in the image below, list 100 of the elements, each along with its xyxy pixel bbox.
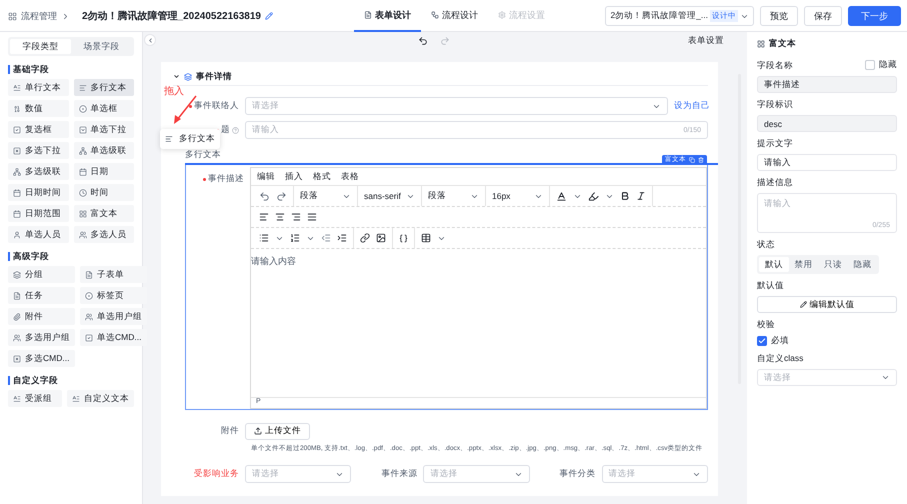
checkbox[interactable] [757,336,767,346]
field-type-icon [13,312,21,320]
step-icon [364,11,372,19]
text-color-icon[interactable] [556,190,567,202]
sidebar-tab[interactable]: 场景字段 [71,39,132,54]
toolbar-button[interactable]: 预览 [760,6,798,26]
field-type-item[interactable]: 多选CMD... [8,350,75,367]
field-type-item[interactable]: 分组 [8,266,75,283]
undo-icon[interactable] [418,36,428,46]
undo-icon[interactable] [259,190,270,202]
toolbar-button[interactable]: 下一步 [848,6,901,26]
italic-icon[interactable] [636,191,646,201]
breadcrumb-link[interactable]: 流程管理 [21,10,57,22]
collapse-button[interactable] [144,34,156,46]
align-left-icon[interactable] [259,212,269,222]
field-type-item[interactable]: 日期时间 [8,184,68,201]
status-option[interactable]: 默认 [759,257,788,272]
outdent-icon[interactable] [321,233,331,243]
delete-icon[interactable] [698,156,704,162]
format-select[interactable]: 段落 [422,186,486,206]
format-select[interactable]: 段落 [294,186,358,206]
field-type-item[interactable]: 单选人员 [8,226,68,243]
drop-label: 多行文本 [185,149,221,161]
copy-icon[interactable] [689,156,695,162]
field-type-icon [13,230,21,238]
field-type-icon [78,84,86,92]
indent-icon[interactable] [337,233,347,243]
property-label: 描述信息 [757,177,794,189]
step-tab[interactable]: 流程设计 [421,0,488,32]
field-type-icon [85,312,93,320]
field-type-item[interactable]: 任务 [8,287,75,304]
field-type-item[interactable]: 单行文本 [8,79,68,96]
field-label: 事件分类 [560,468,596,480]
bold-icon[interactable] [620,191,630,201]
property-label: 字段标识 [757,99,794,111]
property-label: 提示文字 [757,138,794,150]
set-self-link[interactable]: 设为自己 [674,100,708,112]
sidebar-tab[interactable]: 字段类型 [10,39,71,54]
step-tab[interactable]: 表单设计 [354,0,421,32]
field-type-icon [85,334,93,342]
align-right-icon[interactable] [291,212,301,222]
align-center-icon[interactable] [275,212,285,222]
field-type-item[interactable]: 多选人员 [74,226,134,243]
field-type-item[interactable]: 多行文本 [74,79,134,96]
step-icon [431,11,439,19]
editor-text-area[interactable]: 请输入内容 [251,249,706,397]
menu-item[interactable]: 插入 [285,170,303,182]
field-type-icon [13,104,21,112]
upload-button[interactable]: 上传文件 [245,422,310,440]
field-type-item[interactable]: 富文本 [74,205,134,222]
highlighter-icon[interactable] [588,190,599,202]
numbered-list-icon[interactable] [290,233,300,243]
menu-item[interactable]: 编辑 [257,170,275,182]
field-type-item[interactable]: 时间 [74,184,134,201]
field-type-item[interactable]: 多选下拉 [8,142,68,159]
field-type-icon [78,146,86,154]
field-label: 附件 [221,425,239,437]
field-type-item[interactable]: 日期 [74,163,134,180]
align-justify-icon[interactable] [307,212,317,222]
menu-item[interactable]: 表格 [341,170,359,182]
field-type-item[interactable]: 多选用户组 [8,329,75,346]
field-type-icon [78,210,86,218]
status-option[interactable]: 隐藏 [848,257,877,272]
field-type-item[interactable]: 数值 [8,100,68,117]
status-option[interactable]: 只读 [818,257,848,272]
menu-item[interactable]: 格式 [313,170,331,182]
redo-icon[interactable] [276,190,287,202]
toolbar-button[interactable]: 保存 [804,6,842,26]
field-type-item[interactable]: 受派组 [8,390,62,407]
field-type-icon [13,292,21,300]
field-type-item[interactable]: 单选下拉 [74,121,134,138]
status-option[interactable]: 禁用 [788,257,818,272]
help-icon [232,126,239,134]
edit-default-button[interactable]: 编辑默认值 [757,296,897,313]
field-type-item[interactable]: 单选级联 [74,142,134,159]
field-type-icon [13,210,21,218]
image-icon[interactable] [376,233,386,243]
collapse-icon[interactable] [173,73,180,80]
bullet-list-icon[interactable] [259,233,269,243]
field-type-icon [13,188,21,196]
edit-icon[interactable] [264,12,273,20]
field-type-icon [13,270,21,278]
field-label: 事件描述 [203,173,244,185]
field-label: 事件来源 [381,468,418,480]
variable-icon[interactable] [399,234,408,242]
field-type-icon [78,188,86,196]
link-icon[interactable] [360,233,370,243]
dragged-field-item: 多行文本 [160,129,220,149]
field-type-item[interactable]: 日期范围 [8,205,68,222]
field-type-item[interactable]: 复选框 [8,121,68,138]
field-type-item[interactable]: 多选级联 [8,163,68,180]
field-type-item[interactable]: 单选框 [74,100,134,117]
format-select[interactable]: sans-serif [358,186,422,206]
table-icon[interactable] [421,233,431,243]
field-type-item[interactable]: 自定义文本 [67,390,134,407]
input-field[interactable]: 请输入 [757,154,897,171]
form-settings-label: 表单设置 [688,35,724,47]
field-type-item[interactable]: 附件 [8,308,75,325]
step-icon [498,11,506,19]
format-select[interactable]: 16px [486,186,550,206]
